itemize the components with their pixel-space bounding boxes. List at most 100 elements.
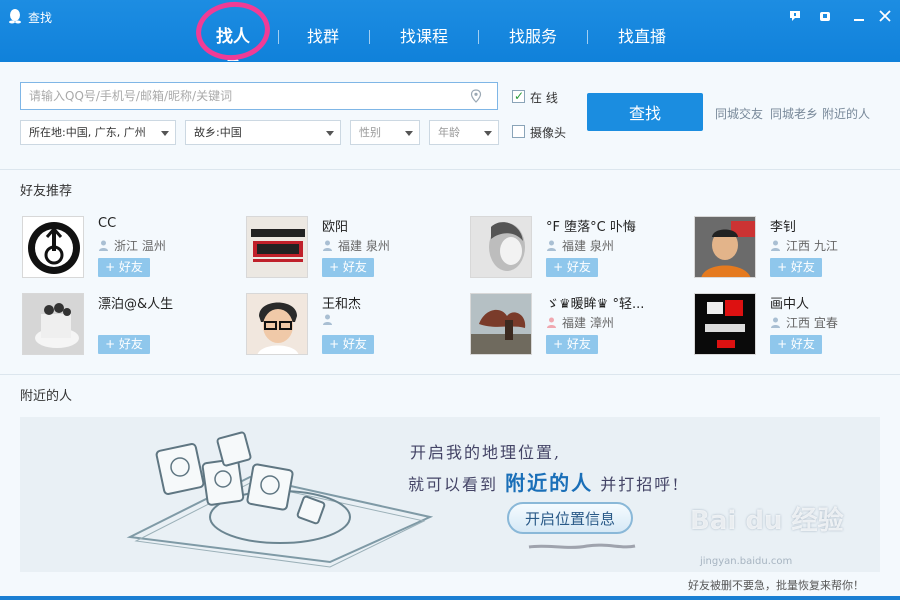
link-nearby-people[interactable]: 附近的人 xyxy=(822,105,870,122)
avatar[interactable] xyxy=(22,216,84,278)
friend-card[interactable]: CC 浙江 温州 + 好友 xyxy=(22,216,242,280)
add-friend-button[interactable]: + 好友 xyxy=(322,258,374,277)
feedback-icon[interactable] xyxy=(786,7,804,25)
tab-find-live[interactable]: 找直播 xyxy=(612,22,672,52)
friend-card[interactable]: 漂泊@&人生 + 好友 xyxy=(22,293,242,357)
add-friend-button[interactable]: + 好友 xyxy=(546,335,598,354)
friend-card[interactable]: 王和杰 + 好友 xyxy=(246,293,466,357)
location-pin-icon[interactable] xyxy=(470,89,482,103)
add-friend-button[interactable]: + 好友 xyxy=(770,335,822,354)
friend-location: 浙江 温州 xyxy=(98,237,166,254)
person-icon xyxy=(99,240,108,251)
avatar[interactable] xyxy=(470,216,532,278)
add-friend-button[interactable]: + 好友 xyxy=(98,335,150,354)
avatar[interactable] xyxy=(470,293,532,355)
main-nav: 找人 找群 找课程 找服务 找直播 xyxy=(190,22,672,61)
prompt-text: 并打招呼! xyxy=(600,475,681,494)
link-local-friends[interactable]: 同城交友 xyxy=(715,105,763,122)
friend-name[interactable]: 欧阳 xyxy=(322,216,462,235)
chevron-down-icon xyxy=(326,131,334,136)
friend-name[interactable]: CC xyxy=(98,216,238,231)
chevron-down-icon xyxy=(161,131,169,136)
tab-find-courses[interactable]: 找课程 xyxy=(394,22,454,52)
online-checkbox[interactable]: ✓ xyxy=(512,89,525,103)
friend-location: 江西 宜春 xyxy=(770,314,838,331)
title-bar: 查找 找人 找群 找课程 找服务 找直播 xyxy=(0,0,900,62)
person-icon xyxy=(547,317,556,328)
friend-card[interactable]: 欧阳 福建 泉州 + 好友 xyxy=(246,216,466,280)
chevron-down-icon xyxy=(405,131,413,136)
tab-find-services[interactable]: 找服务 xyxy=(503,22,563,52)
section-divider xyxy=(0,374,900,375)
search-input[interactable] xyxy=(20,82,498,110)
friend-card[interactable]: °F 堕落°C 卟悔 福建 泉州 + 好友 xyxy=(470,216,690,280)
person-icon xyxy=(771,240,780,251)
link-hometown-fellows[interactable]: 同城老乡 xyxy=(770,105,818,122)
tab-find-groups[interactable]: 找群 xyxy=(301,22,345,52)
tab-label: 找课程 xyxy=(400,27,449,46)
find-button[interactable]: 查找 xyxy=(587,93,703,131)
hometown-value: 故乡:中国 xyxy=(194,126,242,139)
person-icon xyxy=(771,317,780,328)
nearby-prompt-line2: 就可以看到 附近的人 并打招呼! xyxy=(408,467,681,496)
hometown-dropdown[interactable]: 故乡:中国 xyxy=(185,120,341,145)
location-text: 江西 宜春 xyxy=(786,316,838,330)
avatar[interactable] xyxy=(694,216,756,278)
age-dropdown[interactable]: 年龄 xyxy=(429,120,499,145)
tab-find-people[interactable]: 找人 xyxy=(210,22,256,61)
location-text: 福建 泉州 xyxy=(338,239,390,253)
prompt-highlight: 附近的人 xyxy=(505,471,594,495)
tab-label: 找人 xyxy=(216,27,250,47)
friend-name[interactable]: ゞ♛暖眸♛ °轻... xyxy=(546,293,686,312)
friend-name[interactable]: 李钊 xyxy=(770,216,900,235)
bottom-edge xyxy=(0,596,900,600)
close-icon[interactable] xyxy=(876,7,894,25)
checkmark-icon: ✓ xyxy=(514,89,525,103)
avatar[interactable] xyxy=(246,216,308,278)
friend-location: 江西 九江 xyxy=(770,237,838,254)
minimize-icon[interactable] xyxy=(850,7,868,25)
nearby-banner: 开启我的地理位置, 就可以看到 附近的人 并打招呼! 开启位置信息 xyxy=(20,417,880,572)
active-tab-caret xyxy=(227,55,239,61)
search-panel: 所在地:中国, 广东, 广州 故乡:中国 性别 年龄 ✓ 在 线 摄像头 查找 … xyxy=(0,62,900,170)
friend-card[interactable]: ゞ♛暖眸♛ °轻... 福建 漳州 + 好友 xyxy=(470,293,690,357)
camera-label: 摄像头 xyxy=(530,126,567,140)
friend-card[interactable]: 画中人 江西 宜春 + 好友 xyxy=(694,293,900,357)
avatar[interactable] xyxy=(694,293,756,355)
gender-dropdown[interactable]: 性别 xyxy=(350,120,420,145)
nav-separator xyxy=(278,30,279,44)
friend-card[interactable]: 李钊 江西 九江 + 好友 xyxy=(694,216,900,280)
add-friend-button[interactable]: + 好友 xyxy=(98,258,150,277)
location-value: 所在地:中国, 广东, 广州 xyxy=(29,126,146,139)
nav-separator xyxy=(478,30,480,44)
friend-name[interactable]: 漂泊@&人生 xyxy=(98,293,238,312)
person-icon xyxy=(323,314,332,325)
button-shadow-scribble xyxy=(528,543,636,549)
add-friend-button[interactable]: + 好友 xyxy=(546,258,598,277)
tab-label: 找直播 xyxy=(618,27,667,46)
nearby-prompt-line1: 开启我的地理位置, xyxy=(410,443,562,462)
qq-penguin-icon xyxy=(9,9,21,24)
window-title: 查找 xyxy=(28,11,53,25)
friend-location: 福建 泉州 xyxy=(546,237,614,254)
person-icon xyxy=(323,240,332,251)
friend-location: 福建 泉州 xyxy=(322,237,390,254)
nav-separator xyxy=(369,30,371,44)
friend-name[interactable]: °F 堕落°C 卟悔 xyxy=(546,216,686,235)
friend-name[interactable]: 画中人 xyxy=(770,293,900,312)
camera-checkbox[interactable] xyxy=(512,125,525,138)
location-text: 浙江 温州 xyxy=(114,239,166,253)
avatar[interactable] xyxy=(246,293,308,355)
skin-icon[interactable] xyxy=(816,7,834,25)
friend-location: 福建 漳州 xyxy=(546,314,614,331)
friend-name[interactable]: 王和杰 xyxy=(322,293,462,312)
enable-location-button[interactable]: 开启位置信息 xyxy=(507,502,633,534)
status-message: 好友被删不要急，批量恢复来帮你！ xyxy=(688,579,864,592)
add-friend-button[interactable]: + 好友 xyxy=(770,258,822,277)
location-dropdown[interactable]: 所在地:中国, 广东, 广州 xyxy=(20,120,176,145)
tab-label: 找群 xyxy=(307,27,340,46)
add-friend-button[interactable]: + 好友 xyxy=(322,335,374,354)
watermark-url: jingyan.baidu.com xyxy=(700,556,793,567)
avatar[interactable] xyxy=(22,293,84,355)
prompt-text: 就可以看到 xyxy=(408,475,499,494)
